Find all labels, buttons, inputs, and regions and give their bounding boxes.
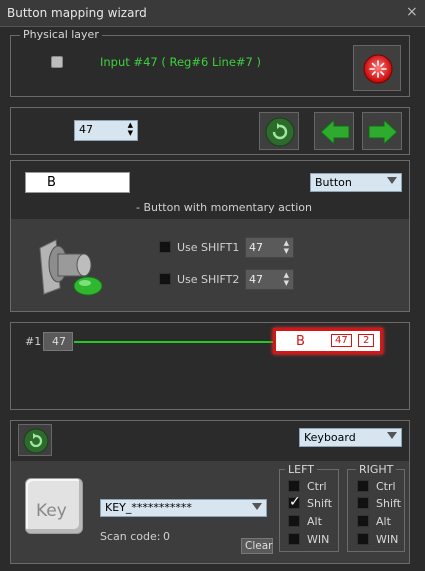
checkmark-icon: ✓ bbox=[289, 494, 301, 510]
physical-layer-legend: Physical layer bbox=[20, 28, 102, 41]
next-button[interactable] bbox=[362, 112, 402, 150]
right-win-label: WIN bbox=[376, 533, 399, 546]
clear-button[interactable]: Clear bbox=[241, 538, 273, 554]
pushbutton-image bbox=[39, 239, 103, 296]
key-select[interactable]: KEY_*********** bbox=[100, 499, 267, 517]
reset-hardware-button[interactable] bbox=[353, 45, 401, 91]
button-type-value: Button bbox=[315, 176, 352, 189]
shift1-checkbox[interactable] bbox=[159, 241, 171, 253]
scan-code-value: 0 bbox=[163, 530, 170, 543]
button-description: - Button with momentary action bbox=[136, 201, 312, 214]
clear-button-label: Clear bbox=[245, 540, 273, 552]
right-modifiers-title: RIGHT bbox=[356, 463, 397, 476]
left-shift-checkbox[interactable]: ✓ bbox=[288, 494, 301, 510]
right-shift-checkbox[interactable] bbox=[357, 497, 369, 509]
refresh-icon bbox=[23, 428, 49, 454]
input-led bbox=[51, 56, 63, 68]
stepper-arrows-icon[interactable]: ▲ ▼ bbox=[128, 121, 133, 137]
red-burst-icon bbox=[363, 54, 393, 84]
scan-code-label: Scan code: bbox=[100, 530, 161, 543]
left-alt-label: Alt bbox=[307, 515, 322, 528]
left-shift-label: Shift bbox=[307, 497, 333, 510]
right-win-checkbox[interactable] bbox=[357, 533, 369, 545]
mapping-target-label: B bbox=[296, 334, 305, 349]
shift1-stepper[interactable]: 47 ▲ ▼ bbox=[245, 237, 294, 258]
left-alt-checkbox[interactable] bbox=[288, 515, 300, 527]
mapping-source-value: 47 bbox=[52, 335, 66, 348]
chevron-down-icon bbox=[252, 503, 262, 510]
shift2-checkbox[interactable] bbox=[159, 273, 171, 285]
shift2-stepper[interactable]: 47 ▲ ▼ bbox=[245, 269, 294, 290]
chevron-down-icon bbox=[387, 177, 397, 184]
left-ctrl-checkbox[interactable] bbox=[288, 480, 300, 492]
stepper-arrows-icon[interactable]: ▲ ▼ bbox=[284, 271, 289, 287]
left-ctrl-label: Ctrl bbox=[307, 480, 327, 493]
close-icon[interactable]: × bbox=[406, 4, 418, 20]
left-modifiers-title: LEFT bbox=[285, 463, 317, 476]
mapping-target-block[interactable]: B 47 2 bbox=[273, 328, 383, 354]
shift2-value: 47 bbox=[249, 273, 263, 286]
output-device-value: Keyboard bbox=[304, 431, 356, 444]
button-number-stepper[interactable]: 47 ▲ ▼ bbox=[74, 120, 138, 141]
window-title: Button mapping wizard bbox=[7, 6, 147, 20]
left-win-label: WIN bbox=[307, 533, 330, 546]
stepper-arrows-icon[interactable]: ▲ ▼ bbox=[284, 239, 289, 255]
button-name-value: B bbox=[47, 175, 56, 190]
shift1-label: Use SHIFT1 bbox=[177, 241, 240, 254]
mapping-link-line bbox=[74, 341, 274, 343]
arrow-right-icon bbox=[368, 118, 398, 146]
shift2-label: Use SHIFT2 bbox=[177, 273, 240, 286]
previous-button[interactable] bbox=[314, 112, 354, 150]
mapping-index-label: #1 bbox=[25, 335, 42, 348]
key-caption: Key bbox=[36, 501, 67, 521]
right-alt-checkbox[interactable] bbox=[357, 515, 369, 527]
right-ctrl-checkbox[interactable] bbox=[357, 480, 369, 492]
button-number-value: 47 bbox=[79, 123, 93, 136]
output-device-select[interactable]: Keyboard bbox=[299, 428, 402, 447]
arrow-left-icon bbox=[320, 118, 350, 146]
key-image: Key bbox=[25, 478, 83, 534]
mapping-target-badge-1: 47 bbox=[331, 334, 352, 347]
output-refresh-button[interactable] bbox=[18, 424, 52, 456]
mapping-target-badge-2: 2 bbox=[358, 334, 375, 347]
input-status-text: Input #47 ( Reg#6 Line#7 ) bbox=[100, 55, 262, 69]
key-select-value: KEY_*********** bbox=[105, 501, 192, 514]
refresh-icon bbox=[265, 117, 295, 147]
mapping-source-box[interactable]: 47 bbox=[43, 332, 73, 351]
window-titlebar: Button mapping wizard × bbox=[0, 0, 425, 27]
chevron-down-icon bbox=[387, 432, 397, 439]
refresh-button[interactable] bbox=[259, 112, 299, 150]
left-win-checkbox[interactable] bbox=[288, 533, 300, 545]
right-alt-label: Alt bbox=[376, 515, 391, 528]
right-shift-label: Shift bbox=[376, 497, 402, 510]
button-type-select[interactable]: Button bbox=[310, 173, 402, 192]
button-name-input[interactable]: B bbox=[25, 172, 130, 193]
shift1-value: 47 bbox=[249, 241, 263, 254]
right-ctrl-label: Ctrl bbox=[376, 480, 396, 493]
